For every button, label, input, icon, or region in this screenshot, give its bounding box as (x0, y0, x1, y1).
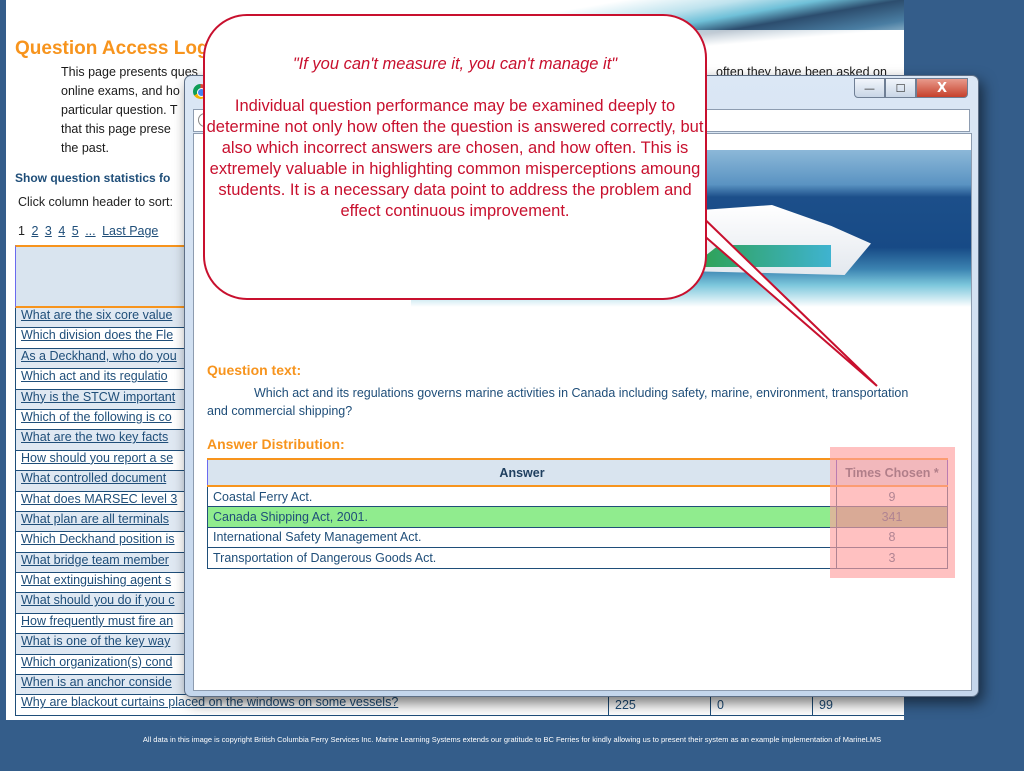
page-link[interactable]: 5 (72, 224, 79, 238)
question-link[interactable]: What are the six core value (16, 308, 172, 322)
question-link[interactable]: As a Deckhand, who do you (16, 349, 177, 363)
sort-hint: Click column header to sort: (18, 195, 173, 209)
close-button[interactable]: X (916, 78, 968, 98)
answer-row: International Safety Management Act. 8 (207, 526, 948, 548)
answer-row-correct: Canada Shipping Act, 2001. 341 (207, 506, 948, 528)
minimize-button[interactable]: — (854, 78, 885, 98)
times-chosen-value: 3 (836, 547, 948, 569)
answer-table-header: Answer Times Chosen * (207, 458, 948, 487)
question-link[interactable]: Which organization(s) cond (16, 655, 172, 669)
answer-distribution-table: Answer Times Chosen * Coastal Ferry Act.… (207, 458, 948, 569)
answer-distribution-heading: Answer Distribution: (207, 436, 345, 452)
answer-row: Transportation of Dangerous Goods Act. 3 (207, 547, 948, 569)
question-link[interactable]: Which division does the Fle (16, 328, 173, 342)
times-chosen-value: 341 (836, 506, 948, 528)
callout-bubble: "If you can't measure it, you can't mana… (203, 14, 707, 300)
answer-text: Coastal Ferry Act. (207, 485, 837, 507)
question-text: Which act and its regulations governs ma… (207, 386, 909, 418)
question-stat-cell: 0 (710, 695, 812, 715)
page-link[interactable]: 3 (45, 224, 52, 238)
question-link[interactable]: What should you do if you c (16, 593, 175, 607)
question-link[interactable]: Why are blackout curtains placed on the … (16, 695, 398, 709)
callout-quote: "If you can't measure it, you can't mana… (292, 55, 618, 73)
page-link-ellipsis[interactable]: ... (85, 224, 95, 238)
answer-text: Transportation of Dangerous Goods Act. (207, 547, 837, 569)
question-link[interactable]: What bridge team member (16, 553, 169, 567)
question-link[interactable]: What are the two key facts (16, 430, 168, 444)
question-stat-cell: 99 (812, 695, 904, 715)
stats-for-label: Show question statistics fo (15, 171, 171, 185)
question-link[interactable]: Which act and its regulatio (16, 369, 168, 383)
last-page-link[interactable]: Last Page (102, 224, 158, 238)
answer-row: Coastal Ferry Act. 9 (207, 485, 948, 507)
callout-text: "If you can't measure it, you can't mana… (205, 54, 705, 222)
question-stat-cell: 225 (608, 695, 710, 715)
times-chosen-value: 9 (836, 485, 948, 507)
answer-text: International Safety Management Act. (207, 526, 837, 548)
question-link[interactable]: How should you report a se (16, 451, 173, 465)
page-title: Question Access Log (15, 38, 209, 59)
question-row: Why are blackout curtains placed on the … (15, 695, 904, 716)
page-link[interactable]: 2 (31, 224, 38, 238)
callout-body: Individual question performance may be e… (206, 97, 704, 220)
question-link[interactable]: What is one of the key way (16, 634, 170, 648)
times-chosen-value: 8 (836, 526, 948, 548)
question-link[interactable]: Which Deckhand position is (16, 532, 175, 546)
page-link[interactable]: 4 (58, 224, 65, 238)
question-link[interactable]: When is an anchor conside (16, 675, 172, 689)
times-chosen-column-header[interactable]: Times Chosen * (836, 458, 948, 487)
maximize-button[interactable]: ☐ (885, 78, 916, 98)
pagination: 1 2 3 4 5 ... Last Page (18, 224, 161, 238)
question-text-heading: Question text: (207, 362, 302, 378)
answer-text: Canada Shipping Act, 2001. (207, 506, 837, 528)
question-link[interactable]: How frequently must fire an (16, 614, 173, 628)
question-link[interactable]: What does MARSEC level 3 (16, 492, 177, 506)
page-current: 1 (18, 224, 25, 238)
window-controls: — ☐ X (854, 78, 968, 98)
copyright-footer: All data in this image is copyright Brit… (142, 735, 882, 744)
answer-column-header[interactable]: Answer (207, 458, 837, 487)
question-link[interactable]: What controlled document (16, 471, 166, 485)
question-link[interactable]: What plan are all terminals (16, 512, 169, 526)
question-link[interactable]: What extinguishing agent s (16, 573, 171, 587)
question-link[interactable]: Why is the STCW important (16, 390, 175, 404)
question-link[interactable]: Which of the following is co (16, 410, 172, 424)
